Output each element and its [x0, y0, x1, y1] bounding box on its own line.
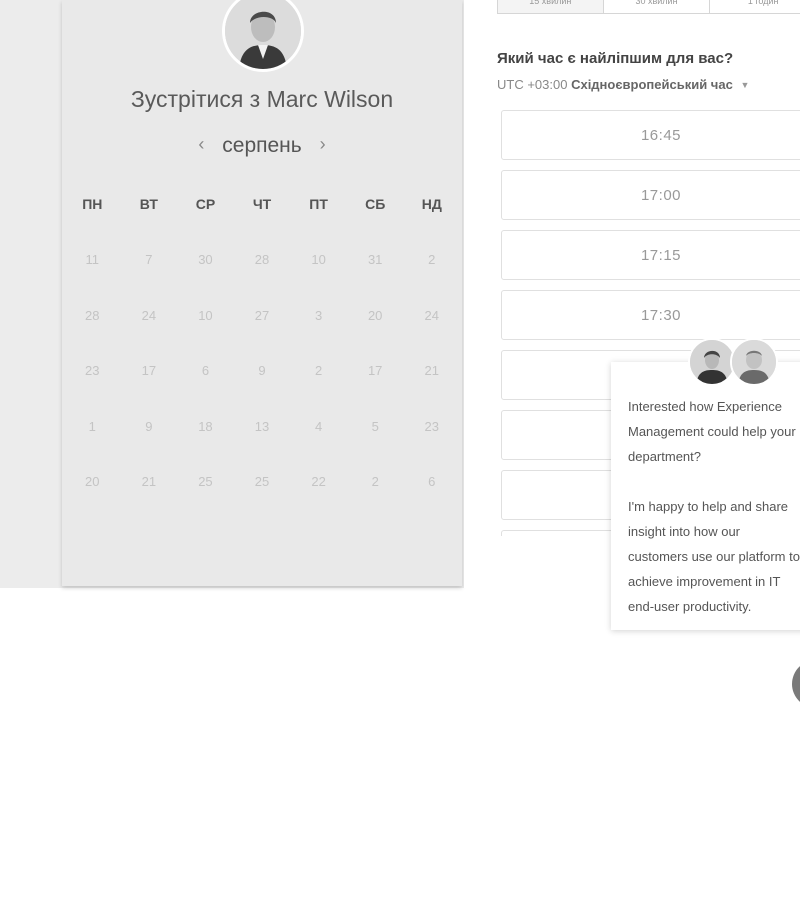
calendar-day: 21 [141, 474, 157, 489]
calendar-day: 23 [85, 363, 100, 378]
timezone-name: Східноєвропейський час [571, 77, 733, 92]
chat-launcher-button[interactable] [792, 660, 800, 708]
calendar-day: 23 [424, 419, 439, 434]
weekday-label: СБ [365, 196, 386, 212]
calendar-day: 20 [85, 474, 100, 489]
meeting-title: Зустрітися з Marc Wilson [130, 86, 394, 112]
duration-tab-15[interactable]: 15 хвилин [497, 0, 604, 14]
duration-tab-30[interactable]: 30 хвилин [603, 0, 711, 14]
calendar-day: 5 [371, 419, 379, 434]
weekday-label: ВТ [139, 196, 158, 212]
calendar-day: 2 [428, 252, 436, 267]
time-slot[interactable]: 17:00 [501, 170, 800, 220]
previous-month-icon[interactable]: ‹ [186, 134, 216, 154]
weekday-label: НД [421, 196, 442, 212]
time-question-heading: Який час є найліпшим для вас? [497, 50, 734, 67]
calendar-day: 1 [88, 419, 96, 434]
time-slot-label: 17:00 [640, 187, 682, 204]
calendar-day: 7 [145, 252, 153, 267]
agent-avatar [688, 338, 736, 386]
calendar-week-row: 23 17 6 9 2 17 21 [64, 363, 460, 378]
calendar-day: 30 [198, 252, 213, 267]
calendar-day: 10 [311, 252, 326, 267]
calendar-day: 20 [367, 308, 383, 323]
time-slot[interactable]: 16:45 [501, 110, 800, 160]
calendar-day: 28 [85, 308, 100, 323]
calendar-day: 17 [141, 363, 157, 378]
calendar-week-row: 1 9 18 13 4 5 23 [64, 419, 460, 434]
timezone-selector[interactable]: UTC +03:00 Східноєвропейський час ▼ [497, 77, 749, 92]
calendar-day: 22 [311, 474, 326, 489]
calendar-day: 24 [141, 308, 157, 323]
duration-tab-60[interactable]: 1 годин [710, 0, 800, 14]
weekday-label: СР [195, 196, 216, 212]
calendar-day: 11 [85, 252, 100, 267]
calendar-day: 3 [314, 308, 323, 323]
calendar-day: 10 [198, 308, 213, 323]
time-slot-label: 17:30 [640, 307, 682, 324]
time-slot[interactable]: 17:15 [501, 230, 800, 280]
calendar-day: 4 [314, 419, 323, 434]
calendar-day: 25 [254, 474, 270, 489]
calendar-day: 21 [424, 363, 439, 378]
calendar-day: 24 [424, 308, 439, 323]
next-month-icon[interactable]: › [308, 134, 338, 154]
duration-tabs: 15 хвилин 30 хвилин 1 годин [497, 0, 800, 15]
calendar-day: 18 [198, 419, 213, 434]
calendar-day: 27 [254, 308, 270, 323]
calendar-day: 25 [198, 474, 213, 489]
time-slot[interactable]: 17:30 [501, 290, 800, 340]
timezone-offset: UTC +03:00 [497, 77, 568, 92]
month-navigation: ‹ серпень › [62, 134, 462, 158]
calendar-day: 31 [367, 252, 383, 267]
calendar-day: 17 [367, 363, 383, 378]
chat-message: Interested how Experience Management cou… [628, 399, 800, 614]
agent-avatar [730, 338, 778, 386]
calendar-day: 9 [145, 419, 153, 434]
weekday-label: ПТ [309, 196, 328, 212]
calendar-week-row: 20 21 25 25 22 2 6 [64, 474, 460, 489]
calendar-day: 6 [201, 363, 210, 378]
calendar-week-row: 11 7 30 28 10 31 2 [64, 252, 460, 267]
calendar-week-row: 28 24 10 27 3 20 24 [64, 308, 460, 323]
weekday-label: ЧТ [252, 196, 272, 212]
calendar-day: 13 [254, 419, 270, 434]
calendar-day: 6 [428, 474, 436, 489]
weekday-label: ПН [82, 196, 103, 212]
caret-down-icon: ▼ [740, 80, 750, 90]
calendar-day: 9 [258, 363, 266, 378]
time-slot-label: 16:45 [640, 127, 682, 144]
calendar-day: 28 [254, 252, 270, 267]
month-label: серпень [222, 134, 302, 157]
calendar-day: 2 [314, 363, 323, 378]
weekday-header: ПН ВТ СР ЧТ ПТ СБ НД [64, 196, 460, 212]
calendar-day: 2 [371, 474, 379, 489]
time-slot-label: 17:15 [640, 247, 682, 264]
